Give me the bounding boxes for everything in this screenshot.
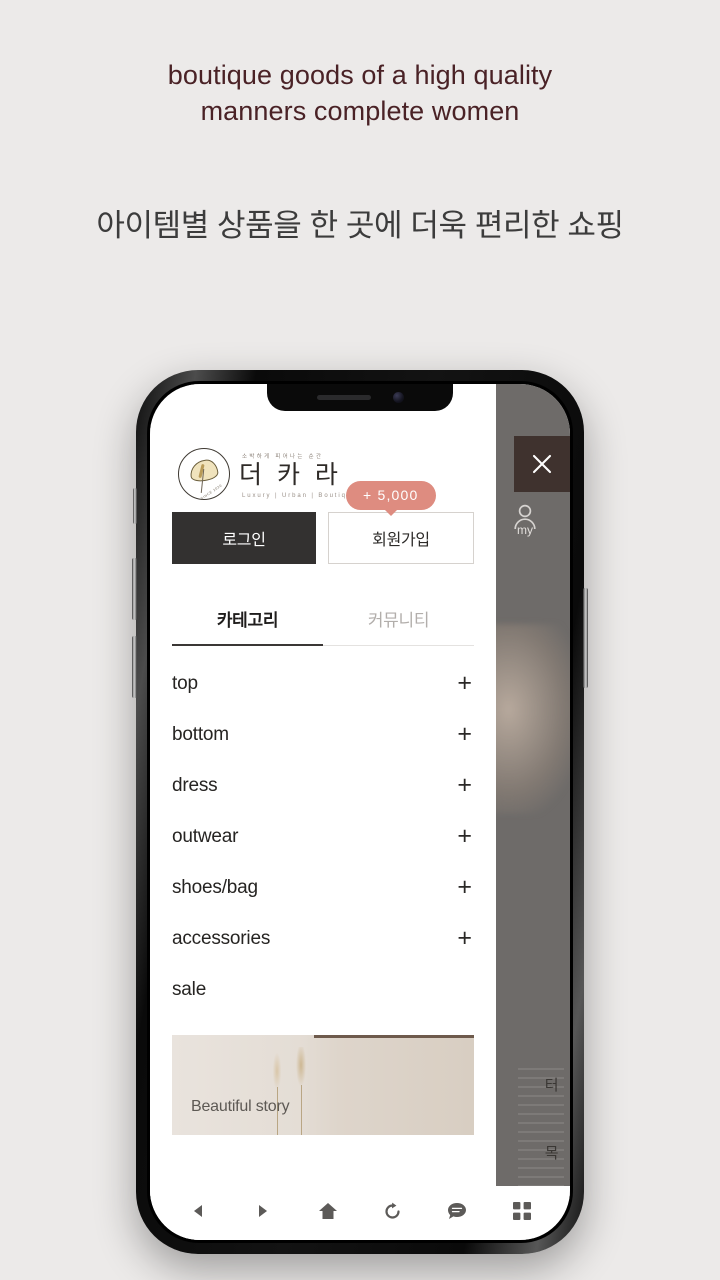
phone-bezel: my 터 목 SINCE 2020 소박하게 피어나는 순간 더 카 라 Lux…	[147, 381, 573, 1243]
volume-down-button[interactable]	[132, 636, 137, 698]
volume-up-button[interactable]	[132, 558, 137, 620]
browser-forward-button[interactable]	[244, 1192, 282, 1230]
logo-since-text: SINCE 2020	[200, 483, 223, 501]
power-button[interactable]	[583, 588, 588, 688]
front-camera-icon	[392, 392, 404, 403]
silent-switch[interactable]	[133, 488, 137, 524]
promo-english-line1: boutique goods of a high quality	[167, 60, 553, 90]
clothing-rail	[314, 1035, 474, 1038]
close-menu-button[interactable]	[514, 436, 570, 492]
refresh-icon	[385, 1202, 400, 1219]
category-row-shoes-bag[interactable]: shoes/bag +	[172, 862, 474, 913]
forward-triangle-icon	[258, 1205, 267, 1217]
slide-in-menu-panel: SINCE 2020 소박하게 피어나는 순간 더 카 라 Luxury | U…	[150, 384, 496, 1240]
signup-reward-badge: + 5,000	[346, 481, 436, 510]
earpiece-speaker	[316, 395, 371, 400]
auth-button-row: 로그인 회원가입 + 5,000	[150, 481, 496, 564]
expand-plus-icon[interactable]: +	[457, 773, 474, 798]
background-side-text-1: 터	[544, 1077, 559, 1094]
story-banner-label: Beautiful story	[191, 1098, 290, 1115]
category-list: top + bottom + dress + outwear + shoes/b…	[150, 646, 496, 1015]
story-banner[interactable]: Beautiful story	[172, 1035, 474, 1135]
category-row-sale[interactable]: sale	[172, 964, 474, 1015]
category-label: sale	[172, 978, 207, 1000]
expand-plus-icon[interactable]: +	[457, 671, 474, 696]
browser-back-button[interactable]	[179, 1192, 217, 1230]
expand-plus-icon[interactable]: +	[457, 875, 474, 900]
browser-tabs-button[interactable]	[503, 1192, 541, 1230]
category-row-bottom[interactable]: bottom +	[172, 709, 474, 760]
category-label: dress	[172, 774, 218, 796]
menu-tabs: 카테고리 커뮤니티	[172, 594, 474, 646]
category-row-dress[interactable]: dress +	[172, 760, 474, 811]
category-label: accessories	[172, 927, 271, 949]
promo-korean-heading: 아이템별 상품을 한 곳에 더욱 편리한 쇼핑	[96, 208, 624, 243]
brand-tagline-top: 소박하게 피어나는 순간	[242, 453, 324, 460]
my-account-label: my	[517, 523, 533, 537]
my-account-icon[interactable]: my	[502, 502, 548, 537]
category-label: outwear	[172, 825, 239, 847]
pampas-grass-image	[265, 1047, 319, 1135]
browser-navigation-bar	[150, 1186, 570, 1240]
calla-lily-logo-icon: SINCE 2020	[178, 448, 230, 501]
phone-device-mockup: my 터 목 SINCE 2020 소박하게 피어나는 순간 더 카 라 Lux…	[132, 370, 588, 1254]
expand-plus-icon[interactable]: +	[457, 722, 474, 747]
background-side-text-2: 목	[544, 1145, 559, 1162]
signup-button[interactable]: 회원가입	[328, 512, 474, 564]
expand-plus-icon[interactable]: +	[457, 824, 474, 849]
clothing-rack-image	[314, 1035, 474, 1135]
back-triangle-icon	[194, 1205, 203, 1217]
tab-community[interactable]: 커뮤니티	[323, 594, 474, 645]
tab-category[interactable]: 카테고리	[172, 594, 323, 646]
browser-home-button[interactable]	[309, 1192, 347, 1230]
category-label: shoes/bag	[172, 876, 258, 898]
browser-chat-button[interactable]	[438, 1192, 476, 1230]
grid-icon	[512, 1202, 531, 1220]
promo-english-heading: boutique goods of a high quality manners…	[0, 58, 720, 129]
category-row-top[interactable]: top +	[172, 658, 474, 709]
brand-name: 더 카 라	[239, 460, 342, 489]
phone-screen: my 터 목 SINCE 2020 소박하게 피어나는 순간 더 카 라 Lux…	[150, 384, 570, 1240]
browser-refresh-button[interactable]	[373, 1192, 411, 1230]
promo-english-line2: manners complete women	[200, 95, 520, 126]
chat-bubble-icon	[447, 1203, 466, 1219]
login-button[interactable]: 로그인	[172, 512, 316, 564]
close-icon	[532, 454, 552, 474]
home-icon	[318, 1203, 337, 1219]
category-label: bottom	[172, 723, 229, 745]
category-row-accessories[interactable]: accessories +	[172, 913, 474, 964]
phone-notch	[267, 384, 453, 411]
brand-text-block: 소박하게 피어나는 순간 더 카 라 Luxury | Urban | Bout…	[239, 450, 357, 499]
expand-plus-icon[interactable]: +	[457, 926, 474, 951]
brand-tagline-bottom: Luxury | Urban | Boutique	[242, 492, 358, 499]
category-label: top	[172, 672, 198, 694]
category-row-outwear[interactable]: outwear +	[172, 811, 474, 862]
